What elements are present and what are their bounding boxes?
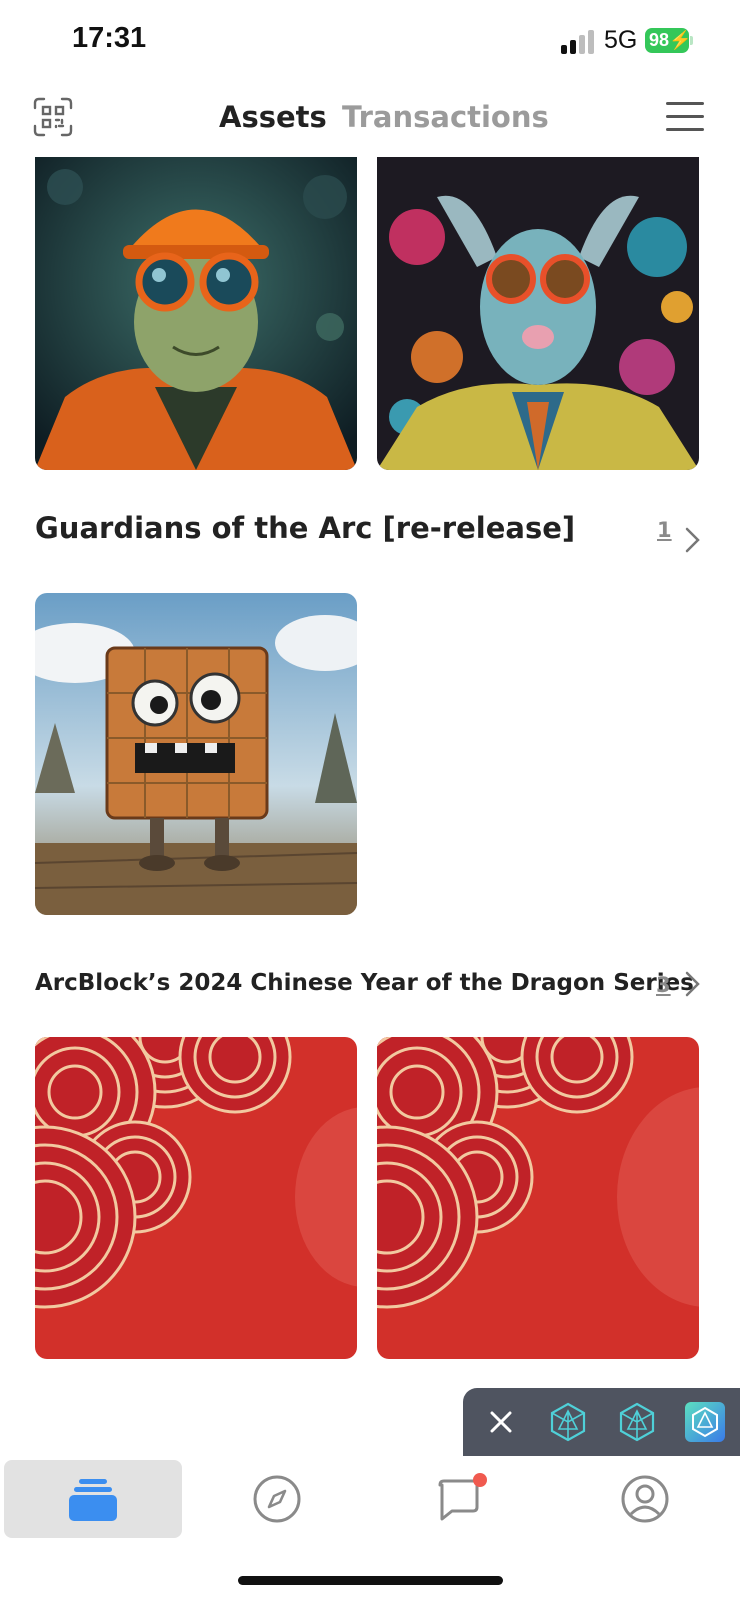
signal-strength-icon: [561, 30, 595, 54]
robot-block-nft-image: [35, 593, 357, 915]
nft-card-dragon-envelope-2[interactable]: [377, 1037, 699, 1359]
compass-icon: [253, 1475, 301, 1523]
home-indicator[interactable]: [238, 1576, 503, 1585]
wallet-stack-icon: [69, 1479, 117, 1521]
section-count-dragon-series[interactable]: 3: [656, 973, 671, 997]
close-icon[interactable]: [483, 1404, 519, 1440]
chat-bubble-icon: [438, 1473, 487, 1521]
battery-level: 98: [649, 30, 670, 50]
nav-messages[interactable]: [372, 1460, 550, 1538]
nft-card-goat-suit[interactable]: [377, 157, 699, 470]
nft-card-robot-block[interactable]: [35, 593, 357, 915]
status-time: 17:31: [72, 22, 147, 54]
status-bar: 17:31 5G 98⚡: [0, 0, 740, 84]
battery-tip: [690, 36, 693, 45]
nav-profile[interactable]: [556, 1460, 734, 1538]
nft-card-dragon-envelope-1[interactable]: [35, 1037, 357, 1359]
app-header: Assets Transactions: [0, 88, 740, 152]
floating-dapp-bar: [463, 1388, 740, 1456]
notification-badge: [473, 1473, 487, 1487]
qr-scan-icon[interactable]: [32, 96, 74, 138]
arcblock-app-icon[interactable]: [616, 1401, 658, 1443]
network-type: 5G: [604, 26, 638, 54]
battery-indicator: 98⚡: [645, 28, 691, 53]
nft-card-frog-goggles[interactable]: [35, 157, 357, 470]
nav-explore[interactable]: [188, 1460, 366, 1538]
chevron-right-icon[interactable]: [684, 526, 702, 554]
tab-assets[interactable]: Assets: [219, 100, 327, 134]
section-title-guardians: Guardians of the Arc [re-release]: [35, 511, 576, 545]
arcblock-app-icon[interactable]: [547, 1401, 589, 1443]
chevron-right-icon[interactable]: [684, 970, 702, 998]
nav-assets[interactable]: [4, 1460, 182, 1538]
user-circle-icon: [621, 1475, 669, 1523]
section-count-guardians[interactable]: 1: [657, 518, 672, 542]
dragon-red-envelope-nft-image: [35, 1037, 357, 1359]
tab-transactions[interactable]: Transactions: [342, 100, 549, 134]
hamburger-menu-icon[interactable]: [666, 102, 704, 132]
arcblock-wallet-app-icon[interactable]: [684, 1401, 726, 1443]
goat-suit-nft-image: [377, 157, 699, 470]
section-title-dragon-series: ArcBlock’s 2024 Chinese Year of the Drag…: [35, 970, 694, 996]
frog-goggles-nft-image: [35, 157, 357, 470]
dragon-red-envelope-nft-image: [377, 1037, 699, 1359]
